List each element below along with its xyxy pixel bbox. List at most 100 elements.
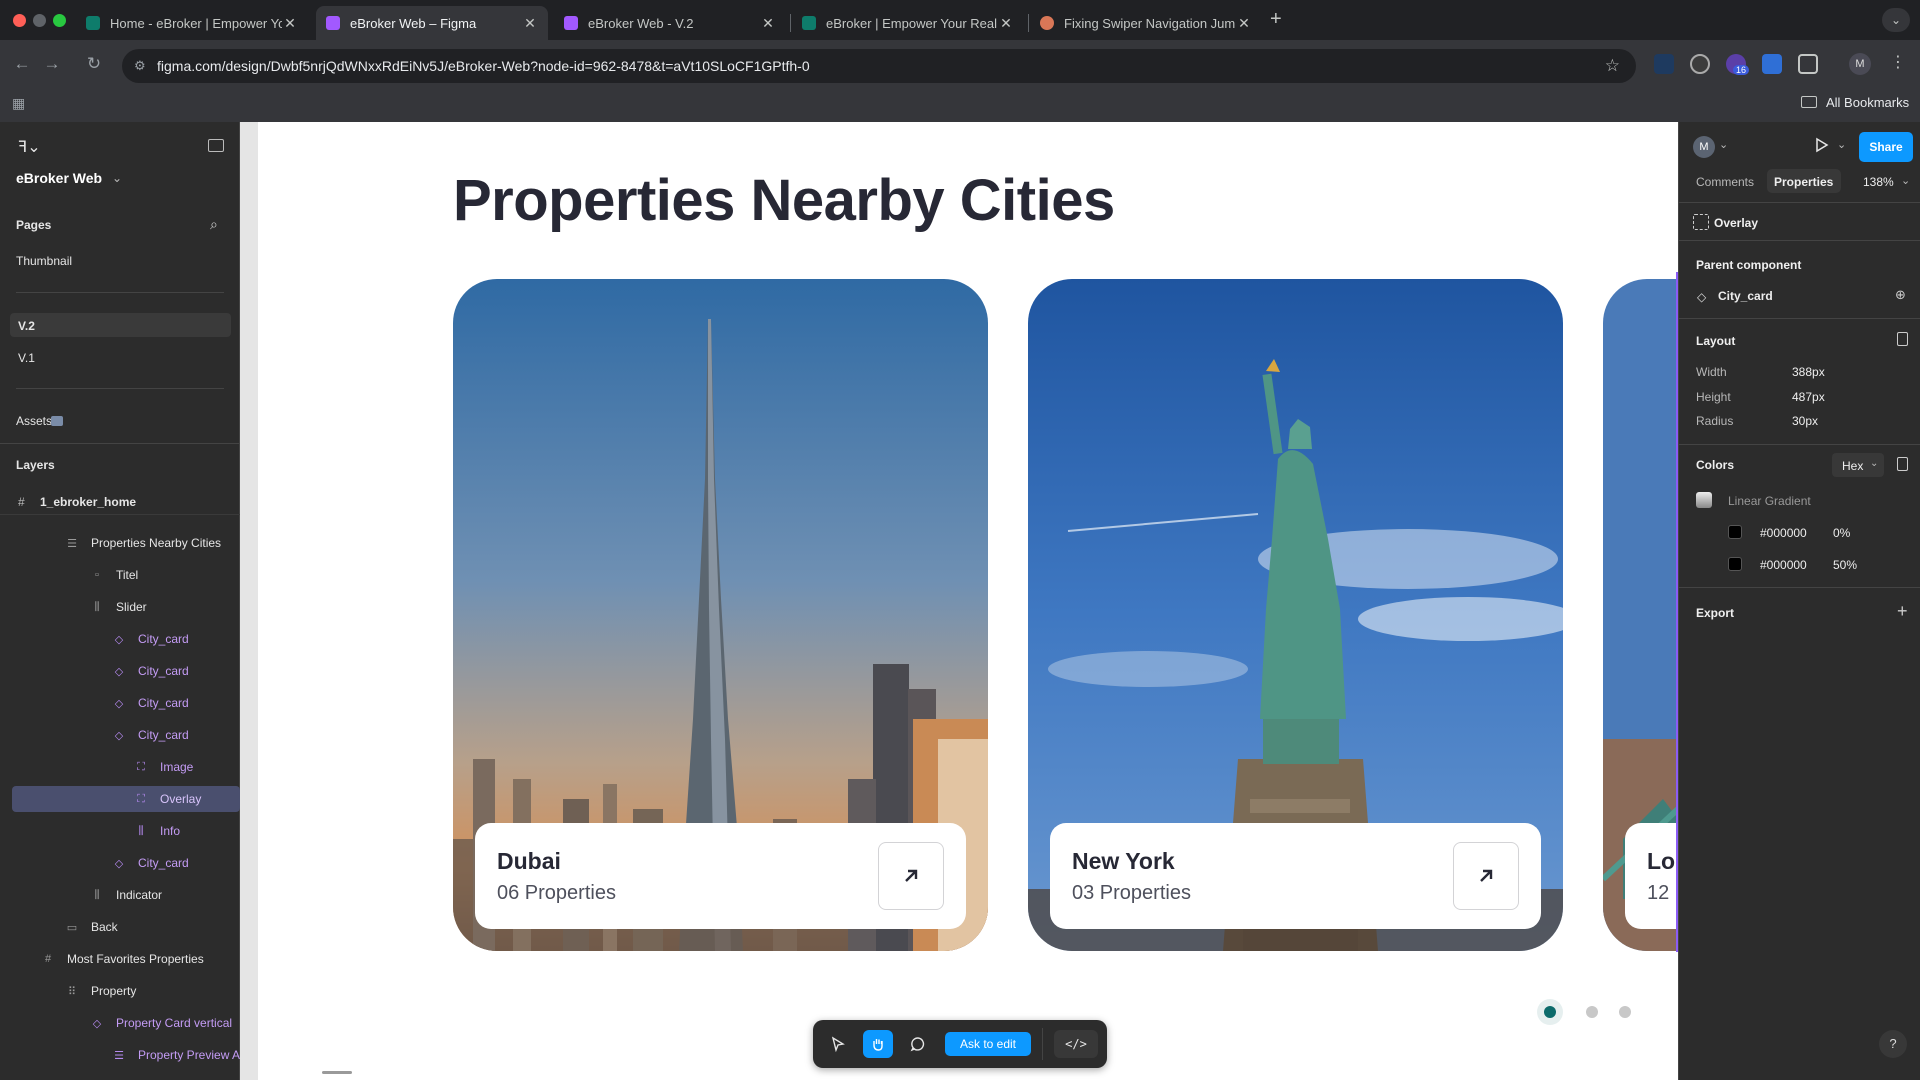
city-card-info[interactable]: Lor 12 P — [1625, 823, 1678, 929]
extension-target-icon[interactable] — [1690, 54, 1710, 74]
design-canvas[interactable]: Properties Nearby Cities Dubai 06 Proper… — [240, 122, 1678, 1080]
layer-overlay-selected[interactable]: ⛶ Overlay — [12, 786, 240, 812]
layer-city-card[interactable]: ◇ City_card — [12, 722, 240, 748]
toggle-sidebar-icon[interactable] — [208, 139, 224, 152]
slider-dot-active[interactable] — [1544, 1006, 1556, 1018]
city-card-new-york[interactable]: New York 03 Properties — [1028, 279, 1563, 951]
color-stop-swatch[interactable] — [1728, 557, 1742, 571]
add-export-icon[interactable]: + — [1897, 601, 1908, 622]
layer-property[interactable]: ⠿ Property — [12, 978, 240, 1004]
site-settings-icon[interactable]: ⚙ — [134, 58, 146, 74]
layer-titel[interactable]: ▫ Titel — [12, 562, 240, 588]
minimize-window-button[interactable] — [33, 14, 46, 27]
present-chevron-icon[interactable]: ⌄ — [1837, 138, 1846, 151]
move-tool-icon[interactable] — [823, 1030, 853, 1058]
copy-colors-icon[interactable] — [1897, 457, 1908, 471]
page-item-thumbnail[interactable]: Thumbnail — [16, 254, 72, 268]
profile-avatar[interactable]: M — [1849, 53, 1871, 75]
zoom-chevron-icon[interactable]: ⌄ — [1901, 174, 1910, 187]
tab-search-chevron-icon[interactable]: ⌄ — [1882, 8, 1910, 32]
color-stop-hex[interactable]: #000000 — [1760, 558, 1807, 572]
layer-image[interactable]: ⛶ Image — [12, 754, 240, 780]
present-play-icon[interactable] — [1815, 137, 1829, 158]
city-card-info[interactable]: New York 03 Properties — [1050, 823, 1541, 929]
tab-title: eBroker Web - V.2 — [588, 15, 694, 31]
comment-tool-icon[interactable] — [903, 1030, 933, 1058]
slider-dot[interactable] — [1586, 1006, 1598, 1018]
browser-tab[interactable]: Home - eBroker | Empower Yo ✕ — [76, 6, 308, 40]
layer-indicator[interactable]: ⫼ Indicator — [12, 882, 240, 908]
browser-tab[interactable]: eBroker Web - V.2 ✕ — [554, 6, 786, 40]
color-stop-hex[interactable]: #000000 — [1760, 526, 1807, 540]
city-card-london[interactable]: Lor 12 P — [1603, 279, 1678, 951]
close-window-button[interactable] — [13, 14, 26, 27]
copy-layout-icon[interactable] — [1897, 332, 1908, 346]
color-stop-swatch[interactable] — [1728, 525, 1742, 539]
section-title[interactable]: Properties Nearby Cities — [453, 167, 1115, 234]
page-item-v1[interactable]: V.1 — [18, 351, 35, 365]
browser-tab[interactable]: eBroker | Empower Your Real ✕ — [792, 6, 1024, 40]
file-name[interactable]: eBroker Web — [16, 170, 102, 186]
layer-properties-nearby-cities[interactable]: ☰ Properties Nearby Cities — [12, 530, 240, 556]
browser-tab-active[interactable]: eBroker Web – Figma ✕ — [316, 6, 548, 40]
layer-city-card[interactable]: ◇ City_card — [12, 690, 240, 716]
dev-mode-code-icon[interactable]: </> — [1054, 1030, 1098, 1058]
close-tab-icon[interactable]: ✕ — [998, 15, 1014, 32]
assets-tab[interactable]: Assets — [16, 414, 52, 428]
reload-icon[interactable]: ↻ — [80, 50, 108, 78]
bookmark-star-icon[interactable]: ☆ — [1605, 56, 1620, 76]
layer-back[interactable]: ▭ Back — [12, 914, 240, 940]
close-tab-icon[interactable]: ✕ — [760, 15, 776, 32]
layer-property-card-vertical[interactable]: ◇ Property Card vertical — [12, 1010, 240, 1036]
new-tab-icon[interactable]: + — [1270, 8, 1282, 31]
user-avatar[interactable]: M — [1693, 136, 1715, 158]
extension-translate-icon[interactable] — [1762, 54, 1782, 74]
back-arrow-icon[interactable]: ← — [8, 50, 36, 78]
layer-property-preview[interactable]: ☰ Property Preview Ar — [12, 1042, 244, 1068]
file-menu-chevron-icon[interactable]: ⌄ — [112, 171, 122, 185]
canvas-scrollbar[interactable] — [322, 1071, 352, 1074]
hand-tool-icon[interactable] — [863, 1030, 893, 1058]
slider-dot[interactable] — [1619, 1006, 1631, 1018]
search-icon[interactable]: ⌕ — [210, 216, 218, 233]
forward-arrow-icon[interactable]: → — [38, 50, 66, 78]
panel-divider — [1679, 587, 1920, 588]
browser-menu-icon[interactable]: ⋮ — [1890, 52, 1906, 72]
layer-root-frame[interactable]: 1_ebroker_home — [40, 495, 136, 509]
layer-city-card[interactable]: ◇ City_card — [12, 658, 240, 684]
all-bookmarks-link[interactable]: All Bookmarks — [1826, 95, 1909, 110]
layer-label: Indicator — [116, 888, 163, 902]
browser-tab[interactable]: Fixing Swiper Navigation Jum ✕ — [1030, 6, 1262, 40]
ask-to-edit-button[interactable]: Ask to edit — [945, 1032, 1031, 1056]
layer-city-card[interactable]: ◇ City_card — [12, 850, 240, 876]
extension-react-icon[interactable] — [1654, 54, 1674, 74]
close-tab-icon[interactable]: ✕ — [522, 15, 538, 32]
frame-1-ebroker-home[interactable]: Properties Nearby Cities Dubai 06 Proper… — [258, 122, 1678, 1080]
address-bar[interactable]: ⚙ figma.com/design/Dwbf5nrjQdWNxxRdEiNv5… — [122, 49, 1636, 83]
avatar-chevron-icon[interactable]: ⌄ — [1719, 138, 1728, 151]
tab-comments[interactable]: Comments — [1696, 175, 1754, 189]
layer-slider[interactable]: ⫼ Slider — [12, 594, 240, 620]
layer-info[interactable]: ⫼ Info — [12, 818, 240, 844]
extensions-puzzle-icon[interactable] — [1798, 54, 1818, 74]
open-city-button[interactable] — [1453, 842, 1519, 910]
layer-city-card[interactable]: ◇ City_card — [12, 626, 240, 652]
parent-component-name[interactable]: City_card — [1718, 289, 1773, 303]
city-name: Lor — [1647, 848, 1678, 874]
zoom-level[interactable]: 138% — [1863, 175, 1894, 189]
page-item-v2[interactable]: V.2 — [18, 319, 35, 333]
city-card-info[interactable]: Dubai 06 Properties — [475, 823, 966, 929]
city-card-dubai[interactable]: Dubai 06 Properties — [453, 279, 988, 951]
page-item-v2-selected[interactable] — [10, 313, 231, 337]
figma-main-menu-icon[interactable]: ꟻ⌄ — [18, 137, 41, 157]
apps-grid-icon[interactable]: ▦ — [12, 95, 25, 112]
share-button[interactable]: Share — [1859, 132, 1913, 162]
width-label: Width — [1696, 365, 1727, 379]
go-to-component-icon[interactable]: ⊕ — [1895, 287, 1906, 303]
close-tab-icon[interactable]: ✕ — [1236, 15, 1252, 32]
open-city-button[interactable] — [878, 842, 944, 910]
maximize-window-button[interactable] — [53, 14, 66, 27]
layer-most-favorites[interactable]: # Most Favorites Properties — [12, 946, 240, 972]
close-tab-icon[interactable]: ✕ — [282, 15, 298, 32]
help-icon[interactable]: ? — [1879, 1030, 1907, 1058]
